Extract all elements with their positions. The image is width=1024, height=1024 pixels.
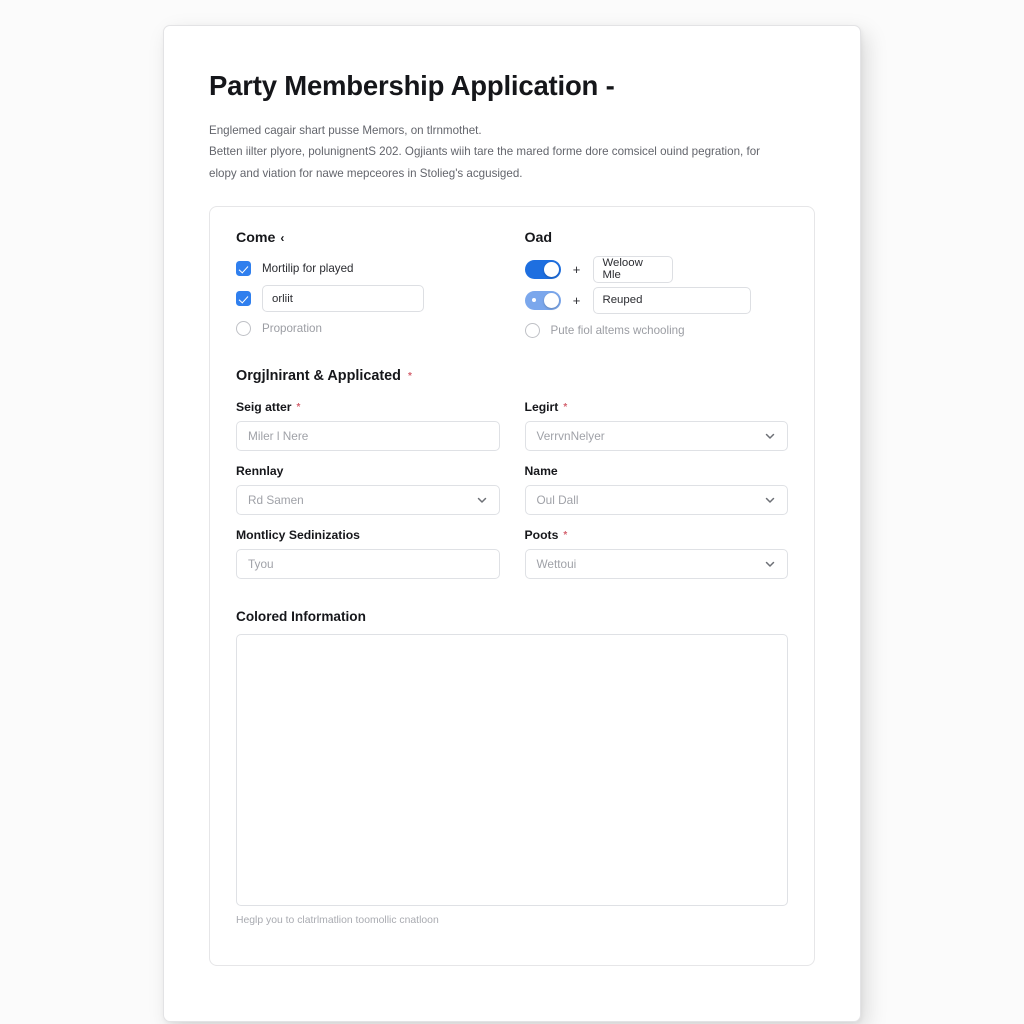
intro-line-2: Betten iilter plyore, polunignentS 202. … xyxy=(209,145,761,159)
notes-textarea[interactable] xyxy=(236,633,788,906)
page-title: Party Membership Application - xyxy=(209,70,615,101)
toggle-row-text-input[interactable]: Weloow Mle xyxy=(592,255,673,283)
checkbox-with-input-row[interactable]: orliit xyxy=(236,285,500,313)
input-placeholder: Miler l Nere xyxy=(248,428,309,443)
checkbox-checked-icon[interactable] xyxy=(236,261,251,277)
right-options-group: Oad + Weloow Mle + Reuped Pute fiol alte… xyxy=(524,230,789,347)
field-label: Name xyxy=(525,464,789,478)
field-name: Name Oul Dall xyxy=(524,464,789,515)
fields-section-heading-label: Orgjlnirant & Applicated xyxy=(236,367,401,384)
field-rennlay: Rennlay Rd Samen xyxy=(236,464,500,515)
field-seig-atter: Seig atter * Miler l Nere xyxy=(236,400,500,451)
toggle-row-2[interactable]: + Reuped xyxy=(524,286,789,315)
chevron-down-icon xyxy=(764,558,776,570)
options-row: Come ‹ Mortilip for played orliit Propor… xyxy=(236,230,788,347)
field-label-text: Seig atter xyxy=(236,399,292,414)
select-placeholder: Wettoui xyxy=(536,556,577,571)
field-label: Rennlay xyxy=(236,464,500,478)
radio-option-label: Proporation xyxy=(262,322,322,336)
chevron-down-icon xyxy=(764,494,776,506)
intro-line-1: Englemed cagair shart pusse Memors, on t… xyxy=(209,123,482,137)
radio-option-label: Pute fiol altems wchooling xyxy=(550,324,685,338)
toggle-knob xyxy=(543,292,559,308)
plus-icon: + xyxy=(572,261,581,277)
inline-text-input[interactable]: orliit xyxy=(262,285,424,313)
toggle-switch-on[interactable] xyxy=(524,259,561,279)
notes-help-text: Heglp you to clatrlmatlion toomollic cna… xyxy=(236,914,439,926)
input-placeholder: Tyou xyxy=(248,556,274,571)
field-label: Montlicy Sedinizatios xyxy=(236,528,500,542)
field-montlicy-sedinizatios: Montlicy Sedinizatios Tyou xyxy=(236,528,500,579)
field-label: Seig atter * xyxy=(236,400,500,414)
checkbox-option-row[interactable]: Mortilip for played xyxy=(236,255,500,283)
left-options-group: Come ‹ Mortilip for played orliit Propor… xyxy=(236,230,500,347)
toggle-row-text-input[interactable]: Reuped xyxy=(592,286,751,314)
left-group-heading: Come ‹ xyxy=(236,230,500,246)
intro-line-3: elopy and viation for nawe mepceores in … xyxy=(209,166,523,180)
select-dropdown[interactable]: Oul Dall xyxy=(524,484,788,515)
select-placeholder: Oul Dall xyxy=(536,492,579,507)
field-label-text: Legirt xyxy=(524,399,559,414)
right-group-heading: Oad xyxy=(525,230,789,246)
radio-option-row[interactable]: Proporation xyxy=(236,315,500,343)
select-dropdown[interactable]: VerrvnNelyer xyxy=(524,420,788,451)
required-asterisk: * xyxy=(407,371,412,383)
checkbox-option-label: Mortilip for played xyxy=(262,262,354,276)
field-row-1: Seig atter * Miler l Nere Legirt * Verrv… xyxy=(236,400,788,464)
required-asterisk: * xyxy=(296,402,301,414)
select-placeholder: VerrvnNelyer xyxy=(536,428,605,443)
toggle-knob xyxy=(543,261,559,277)
form-card: Come ‹ Mortilip for played orliit Propor… xyxy=(209,205,815,966)
field-row-3: Montlicy Sedinizatios Tyou Poots * Wetto… xyxy=(236,528,788,592)
toggle-switch-partial[interactable] xyxy=(524,290,561,310)
caret-left-icon: ‹ xyxy=(280,230,285,245)
select-dropdown[interactable]: Rd Samen xyxy=(236,484,500,515)
text-input[interactable]: Miler l Nere xyxy=(236,420,500,451)
field-poots: Poots * Wettoui xyxy=(524,528,789,579)
required-asterisk: * xyxy=(563,402,568,414)
toggle-row-1[interactable]: + Weloow Mle xyxy=(524,255,789,284)
field-label: Legirt * xyxy=(525,400,789,414)
notes-section-heading: Colored Information xyxy=(236,608,366,624)
field-row-2: Rennlay Rd Samen Name Oul Dall xyxy=(236,464,788,528)
field-label-text: Poots xyxy=(524,527,559,542)
application-page-sheet: Party Membership Application - Englemed … xyxy=(163,25,861,1022)
field-label-text: Name xyxy=(524,463,558,478)
left-group-heading-label: Come xyxy=(236,229,276,246)
select-placeholder: Rd Samen xyxy=(248,492,304,507)
field-label: Poots * xyxy=(525,528,789,542)
select-dropdown[interactable]: Wettoui xyxy=(524,548,788,579)
field-label-text: Montlicy Sedinizatios xyxy=(236,527,360,542)
field-label-text: Rennlay xyxy=(236,463,284,478)
checkbox-checked-icon[interactable] xyxy=(236,291,251,307)
field-legirt: Legirt * VerrvnNelyer xyxy=(524,400,789,451)
chevron-down-icon xyxy=(476,494,488,506)
required-asterisk: * xyxy=(563,530,568,542)
fields-section-heading: Orgjlnirant & Applicated * xyxy=(236,368,788,384)
radio-unselected-icon[interactable] xyxy=(524,323,540,339)
radio-option-row[interactable]: Pute fiol altems wchooling xyxy=(524,317,789,345)
chevron-down-icon xyxy=(764,430,776,442)
plus-icon: + xyxy=(572,292,581,308)
intro-paragraph: Englemed cagair shart pusse Memors, on t… xyxy=(209,120,809,184)
right-group-heading-label: Oad xyxy=(524,229,553,246)
text-input[interactable]: Tyou xyxy=(236,548,500,579)
radio-unselected-icon[interactable] xyxy=(236,321,251,337)
